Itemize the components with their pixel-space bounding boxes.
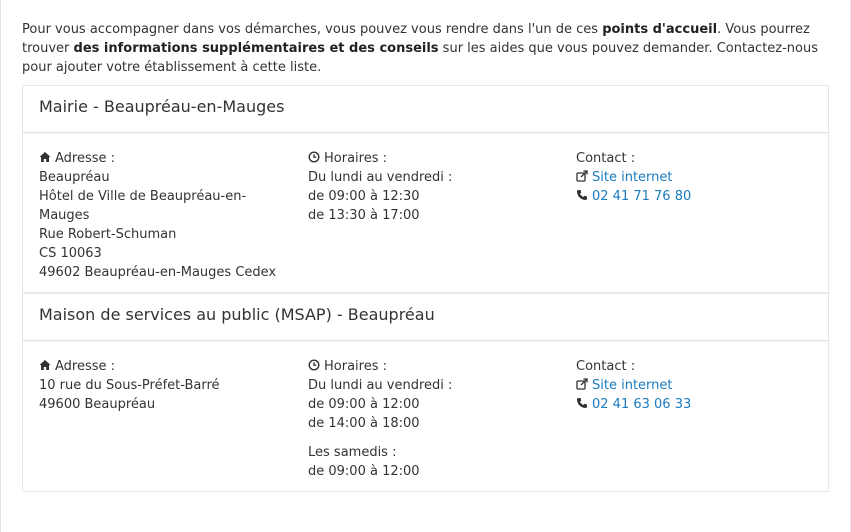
schedule-slot: de 14:00 à 18:00 — [308, 416, 420, 431]
schedule-day: Du lundi au vendredi : — [308, 170, 453, 185]
address-line: Rue Robert-Schuman — [39, 227, 177, 242]
contact-label: Contact : — [576, 151, 636, 166]
address-line: 10 rue du Sous-Préfet-Barré — [39, 378, 220, 393]
address-column: Adresse : Beaupréau Hôtel de Ville de Be… — [39, 149, 308, 282]
address-label: Adresse : — [55, 359, 116, 374]
hours-column: Horaires : Du lundi au vendredi : de 09:… — [308, 149, 576, 282]
address-column: Adresse : 10 rue du Sous-Préfet-Barré 49… — [39, 357, 308, 481]
schedule-day: Les samedis : — [308, 445, 397, 460]
contact-label: Contact : — [576, 359, 636, 374]
location-details: Adresse : 10 rue du Sous-Préfet-Barré 49… — [23, 341, 828, 491]
phone-link[interactable]: 02 41 71 76 80 — [592, 189, 691, 204]
page-content: Pour vous accompagner dans vos démarches… — [1, 0, 850, 492]
schedule-slot: de 13:30 à 17:00 — [308, 208, 420, 223]
address-line: Hôtel de Ville de Beaupréau-en- — [39, 189, 247, 204]
contact-column: Contact : Site internet 02 41 63 06 33 — [576, 357, 812, 481]
contact-column: Contact : Site internet 02 41 71 76 80 — [576, 149, 812, 282]
intro-paragraph: Pour vous accompagner dans vos démarches… — [22, 20, 829, 77]
location-details: Adresse : Beaupréau Hôtel de Ville de Be… — [23, 133, 828, 292]
address-line: 49600 Beaupréau — [39, 397, 156, 412]
phone-link[interactable]: 02 41 63 06 33 — [592, 397, 691, 412]
hours-label: Horaires : — [324, 151, 387, 166]
hours-column: Horaires : Du lundi au vendredi : de 09:… — [308, 357, 576, 481]
external-link-icon — [576, 170, 588, 182]
home-icon — [39, 152, 51, 162]
address-line: Mauges — [39, 208, 90, 223]
schedule-slot: de 09:00 à 12:00 — [308, 397, 420, 412]
address-line: 49602 Beaupréau-en-Mauges Cedex — [39, 265, 277, 280]
clock-icon — [308, 359, 320, 371]
location-card-mairie: Mairie - Beaupréau-en-Mauges Adresse : B… — [22, 85, 829, 293]
intro-bold-info: des informations supplémentaires et des … — [73, 41, 439, 56]
home-icon — [39, 360, 51, 370]
schedule-slot: de 09:00 à 12:00 — [308, 464, 420, 479]
external-link-icon — [576, 378, 588, 390]
website-link[interactable]: Site internet — [592, 378, 673, 393]
address-line: Beaupréau — [39, 170, 110, 185]
location-title: Maison de services au public (MSAP) - Be… — [23, 293, 828, 341]
intro-bold-points: points d'accueil — [602, 22, 718, 37]
address-line: CS 10063 — [39, 246, 102, 261]
hours-label: Horaires : — [324, 359, 387, 374]
clock-icon — [308, 151, 320, 163]
location-card-msap: Maison de services au public (MSAP) - Be… — [22, 293, 829, 492]
website-link[interactable]: Site internet — [592, 170, 673, 185]
address-label: Adresse : — [55, 151, 116, 166]
phone-icon — [577, 398, 587, 408]
phone-icon — [577, 190, 587, 200]
location-title: Mairie - Beaupréau-en-Mauges — [23, 85, 828, 133]
schedule-slot: de 09:00 à 12:30 — [308, 189, 420, 204]
schedule-day: Du lundi au vendredi : — [308, 378, 453, 393]
intro-text: Pour vous accompagner dans vos démarches… — [22, 22, 603, 37]
